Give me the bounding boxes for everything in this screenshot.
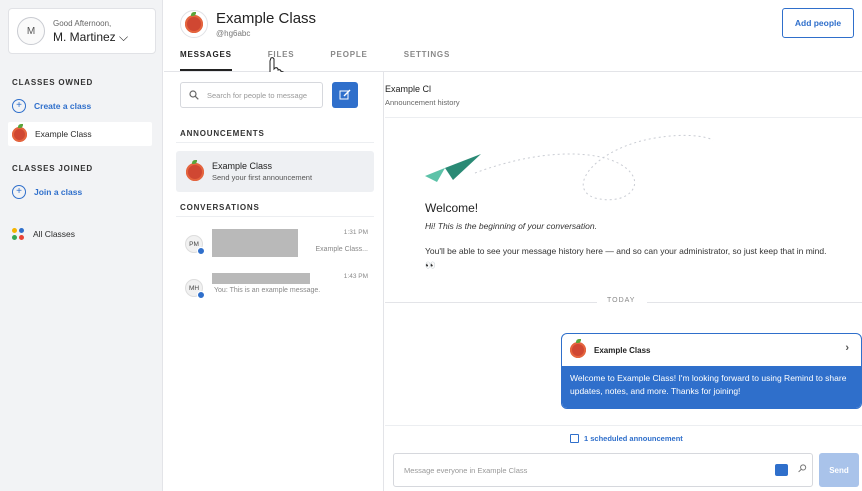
- tab-settings[interactable]: SETTINGS: [404, 50, 450, 71]
- plus-icon: +: [12, 99, 26, 113]
- paper-plane-icon: [425, 154, 481, 182]
- class-title: Example Class: [216, 10, 317, 27]
- conversation-panel: Example Cl Announcement history Welcome!…: [385, 72, 862, 491]
- conversation-subtitle: Announcement history: [385, 98, 460, 107]
- welcome-title: Welcome!: [425, 201, 479, 215]
- search-icon: [189, 90, 199, 100]
- scheduled-announcement-link[interactable]: 1 scheduled announcement: [570, 434, 683, 443]
- status-dot-icon: [197, 247, 205, 255]
- redacted-name: [212, 273, 310, 284]
- apple-icon: [186, 159, 204, 181]
- sidebar: M Good Afternoon, M. Martinez ⌵ CLASSES …: [0, 0, 163, 491]
- search-input[interactable]: Search for people to message: [180, 82, 323, 108]
- create-class-link[interactable]: + Create a class: [8, 94, 152, 118]
- welcome-subtitle: Hi! This is the beginning of your conver…: [425, 221, 597, 231]
- message-card[interactable]: Example Class › Welcome to Example Class…: [561, 333, 862, 409]
- classes-owned-heading: CLASSES OWNED: [12, 78, 94, 87]
- calendar-icon: [570, 434, 579, 443]
- conversation-list-panel: Search for people to message ANNOUNCEMEN…: [164, 72, 384, 491]
- message-card-header: Example Class ›: [562, 334, 861, 366]
- edit-icon: [339, 89, 351, 100]
- redacted-name: [212, 229, 298, 257]
- add-people-button[interactable]: Add people: [782, 8, 854, 38]
- day-divider: TODAY: [385, 296, 862, 308]
- message-body: Welcome to Example Class! I'm looking fo…: [562, 366, 861, 408]
- apple-icon: [12, 123, 27, 142]
- classes-joined-heading: CLASSES JOINED: [12, 164, 93, 173]
- conversation-item[interactable]: PM 1:31 PM Example Class...: [180, 227, 370, 263]
- status-dot-icon: [197, 291, 205, 299]
- apple-icon: [570, 339, 586, 358]
- camera-icon[interactable]: [775, 464, 788, 476]
- announcements-heading: ANNOUNCEMENTS: [180, 129, 265, 138]
- paperclip-icon[interactable]: ⚲: [795, 461, 810, 476]
- tab-bar: MESSAGES FILES PEOPLE SETTINGS: [180, 50, 486, 71]
- apple-icon: [185, 12, 203, 33]
- sidebar-item-example-class[interactable]: Example Class: [8, 122, 152, 146]
- message-input[interactable]: Message everyone in Example Class ⚲: [393, 453, 813, 487]
- compose-button[interactable]: [332, 82, 358, 108]
- user-avatar: M: [17, 17, 45, 45]
- announcement-item[interactable]: Example Class Send your first announceme…: [176, 151, 374, 192]
- chevron-down-icon: ⌵: [119, 29, 129, 44]
- all-classes-link[interactable]: All Classes: [8, 222, 152, 246]
- conversation-title: Example Cl: [385, 84, 432, 94]
- user-name[interactable]: M. Martinez ⌵: [53, 29, 128, 45]
- conversations-heading: CONVERSATIONS: [180, 203, 260, 212]
- tab-people[interactable]: PEOPLE: [330, 50, 367, 71]
- class-handle: @hg6abc: [216, 29, 251, 38]
- grid-icon: [12, 228, 24, 240]
- welcome-info: You'll be able to see your message histo…: [425, 246, 827, 270]
- plus-icon: +: [12, 185, 26, 199]
- tab-messages[interactable]: MESSAGES: [180, 50, 232, 71]
- dotted-path-decoration: [474, 134, 714, 201]
- send-button[interactable]: Send: [819, 453, 859, 487]
- class-avatar: [180, 10, 208, 38]
- user-menu[interactable]: M Good Afternoon, M. Martinez ⌵: [8, 8, 156, 54]
- chevron-right-icon[interactable]: ›: [845, 342, 849, 354]
- greeting-text: Good Afternoon,: [53, 18, 112, 28]
- conversation-item[interactable]: MH 1:43 PM You: This is an example messa…: [180, 271, 370, 307]
- join-class-link[interactable]: + Join a class: [8, 180, 152, 204]
